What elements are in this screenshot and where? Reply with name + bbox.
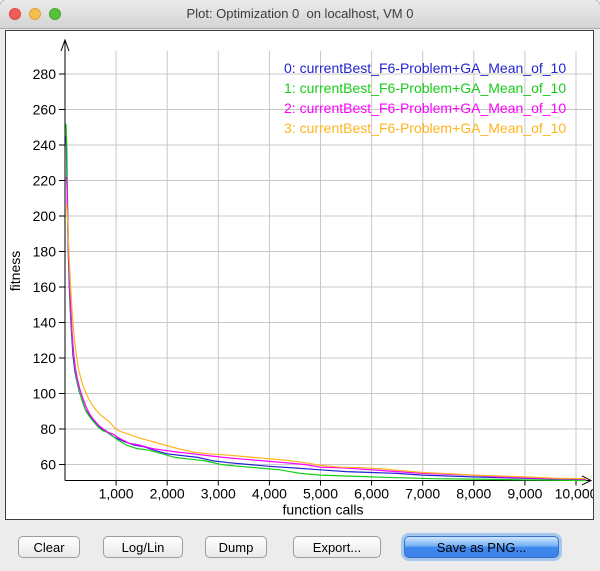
titlebar[interactable]: Plot: Optimization 0 on localhost, VM 0 bbox=[0, 0, 600, 29]
dump-button[interactable]: Dump bbox=[205, 536, 267, 558]
y-tick-label: 80 bbox=[40, 421, 56, 437]
export-button[interactable]: Export... bbox=[293, 536, 381, 558]
y-axis-title: fitness bbox=[7, 251, 23, 291]
x-tick-label: 9,000 bbox=[507, 485, 542, 501]
x-tick-label: 6,000 bbox=[354, 485, 389, 501]
y-tick-label: 180 bbox=[33, 244, 57, 260]
x-tick-label: 1,000 bbox=[99, 485, 134, 501]
series-line bbox=[66, 177, 586, 479]
legend-item: 1: currentBest_F6-Problem+GA_Mean_of_10 bbox=[284, 78, 566, 98]
chart-legend: 0: currentBest_F6-Problem+GA_Mean_of_101… bbox=[284, 58, 566, 138]
y-tick-label: 260 bbox=[33, 102, 57, 118]
x-tick-label: 3,000 bbox=[201, 485, 236, 501]
save-png-button[interactable]: Save as PNG... bbox=[404, 536, 559, 558]
plot-panel: 60 80 100 120 140 160 180 200 220 240 260 280 1,000 2… bbox=[5, 30, 594, 520]
window-title: Plot: Optimization 0 on localhost, VM 0 bbox=[0, 0, 600, 28]
legend-item: 3: currentBest_F6-Problem+GA_Mean_of_10 bbox=[284, 118, 566, 138]
x-tick-label: 4,000 bbox=[252, 485, 287, 501]
y-tick-label: 240 bbox=[33, 137, 57, 153]
x-tick-label: 5,000 bbox=[303, 485, 338, 501]
x-tick-label: 7,000 bbox=[405, 485, 440, 501]
clear-button[interactable]: Clear bbox=[18, 536, 80, 558]
y-tick-label: 160 bbox=[33, 279, 57, 295]
loglin-button[interactable]: Log/Lin bbox=[103, 536, 183, 558]
series-line bbox=[66, 136, 586, 480]
x-tick-label: 8,000 bbox=[456, 485, 491, 501]
y-tick-label: 200 bbox=[33, 208, 57, 224]
legend-item: 2: currentBest_F6-Problem+GA_Mean_of_10 bbox=[284, 98, 566, 118]
y-tick-label: 220 bbox=[33, 173, 57, 189]
plot-window: Plot: Optimization 0 on localhost, VM 0 … bbox=[0, 0, 600, 571]
legend-item: 0: currentBest_F6-Problem+GA_Mean_of_10 bbox=[284, 58, 566, 78]
y-tick-label: 120 bbox=[33, 350, 57, 366]
y-tick-label: 100 bbox=[33, 386, 57, 402]
series-line bbox=[67, 204, 587, 479]
x-tick-label: 10,000 bbox=[555, 485, 593, 501]
series-line bbox=[66, 124, 586, 481]
y-tick-label: 140 bbox=[33, 315, 57, 331]
x-tick-label: 2,000 bbox=[150, 485, 185, 501]
x-axis-title: function calls bbox=[283, 501, 364, 517]
y-tick-label: 60 bbox=[40, 457, 56, 473]
y-tick-label: 280 bbox=[33, 66, 57, 82]
